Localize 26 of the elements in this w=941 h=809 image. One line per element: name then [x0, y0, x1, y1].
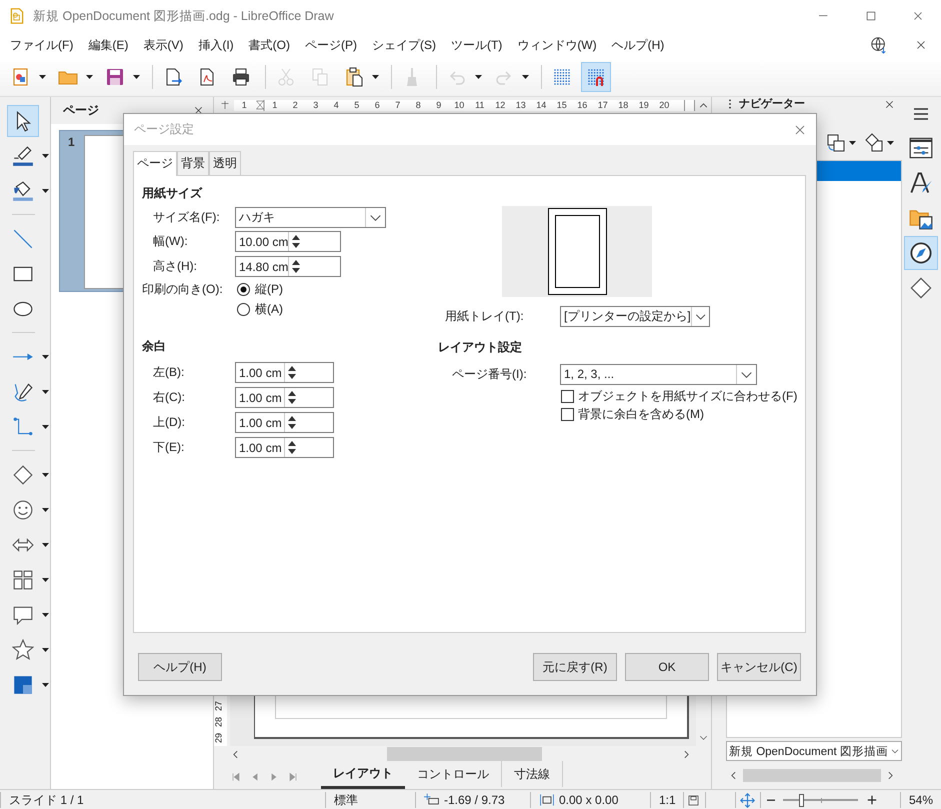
- field-label: 高さ(H):: [152, 258, 198, 275]
- ruler-number: 27: [212, 700, 224, 712]
- section-heading: 余白: [142, 338, 167, 355]
- field-label: 用紙トレイ(T):: [445, 308, 525, 324]
- field-label: サイズ名(F):: [152, 208, 221, 226]
- ruler-number: 28: [212, 716, 224, 728]
- slide-number: 1: [68, 135, 76, 151]
- field-label: 下(E):: [152, 439, 186, 456]
- window-title: 新規 OpenDocument 図形描画.odg - LibreOffice Draw: [33, 8, 335, 24]
- panel-title: ナビゲーター: [739, 98, 806, 111]
- field-label: 幅(W):: [152, 233, 189, 250]
- cursor-position: -1.69 / 9.73: [444, 793, 505, 807]
- slide-counter: スライド 1 / 1: [0, 792, 325, 808]
- section-heading: レイアウト設定: [437, 339, 523, 356]
- field-label: 左(B):: [152, 364, 186, 381]
- section-heading: 用紙サイズ: [142, 185, 204, 202]
- panel-title: ページ: [63, 102, 100, 119]
- object-size: 0.00 x 0.00: [559, 793, 618, 807]
- field-label: 上(D):: [152, 414, 186, 431]
- scale-ratio: 1:1: [659, 793, 676, 807]
- field-label: 印刷の向き(O):: [142, 280, 224, 298]
- ruler-number: 29: [212, 732, 224, 744]
- field-label: 右(C):: [152, 389, 186, 406]
- field-label: ページ番号(I):: [452, 366, 528, 382]
- layout-name: 標準: [334, 792, 358, 808]
- dialog-title: ページ設定: [134, 121, 195, 138]
